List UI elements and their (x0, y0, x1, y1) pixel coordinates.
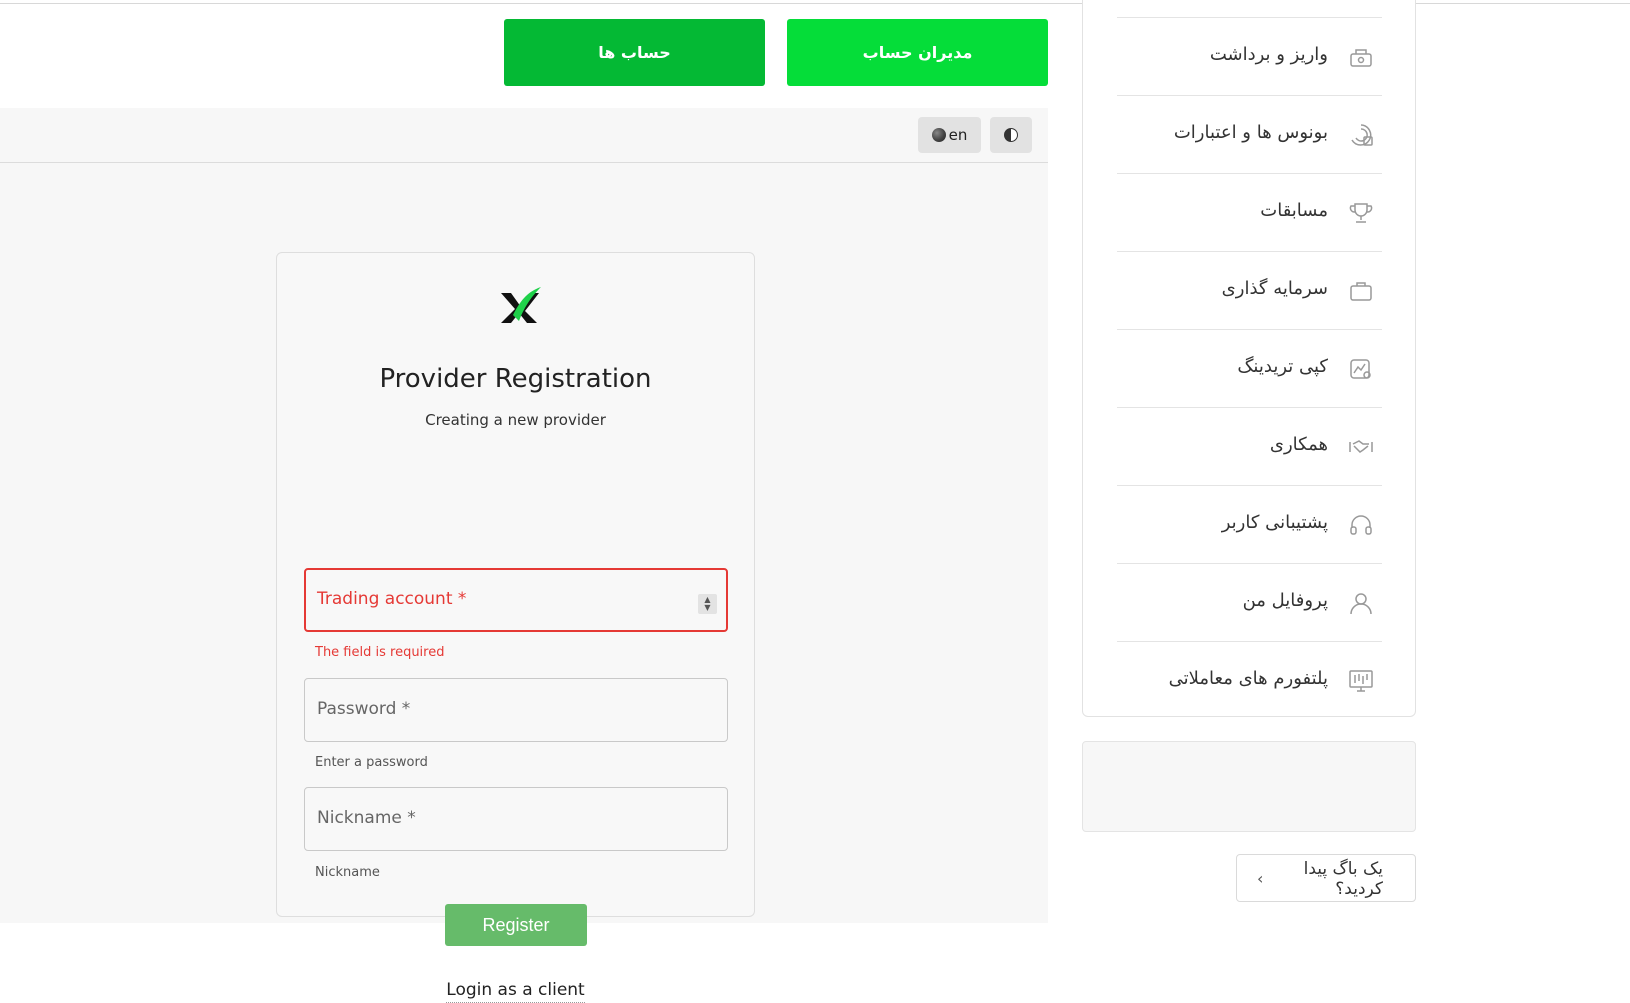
trophy-icon (1348, 200, 1374, 226)
sidebar-item-label: همکاری (1269, 434, 1328, 455)
trading-account-placeholder: Trading account * (317, 589, 467, 609)
deposit-icon (1348, 44, 1374, 70)
sidebar-item-label: کپی تریدینگ (1237, 356, 1328, 377)
trading-account-field[interactable]: Trading account * ▲ ▼ (304, 568, 728, 632)
theme-toggle[interactable] (990, 117, 1032, 153)
nickname-placeholder: Nickname * (317, 808, 416, 828)
nickname-field[interactable]: Nickname * (304, 787, 728, 851)
globe-icon (931, 128, 946, 142)
sidebar-item-support[interactable]: پشتیبانی کاربر (1117, 485, 1382, 563)
language-label: en (948, 126, 968, 144)
password-field[interactable]: Password * (304, 678, 728, 742)
trading-account-error: The field is required (315, 645, 445, 660)
password-helper: Enter a password (315, 755, 428, 770)
contrast-icon (1004, 128, 1018, 142)
handshake-icon (1348, 434, 1374, 460)
sidebar-item-label: واریز و برداشت (1209, 44, 1328, 65)
login-as-client-link-wrap: Login as a client (277, 980, 754, 1003)
main-content-area: en Provider Registration Creating a new … (0, 108, 1048, 1003)
toolbar: en (0, 108, 1048, 163)
number-stepper[interactable]: ▲ ▼ (698, 594, 717, 614)
sidebar-item-partnership[interactable]: همکاری (1117, 407, 1382, 485)
sidebar-item-copy-trading[interactable]: کپی تریدینگ (1117, 329, 1382, 407)
user-icon (1348, 590, 1374, 616)
sidebar-item-label: پشتیبانی کاربر (1221, 512, 1328, 533)
report-bug-button[interactable]: یک باگ پیدا کردید؟ ‹ (1236, 854, 1416, 902)
sidebar-item-label: بونوس ها و اعتبارات (1173, 122, 1328, 143)
register-button[interactable]: Register (445, 904, 587, 946)
account-managers-button[interactable]: مدیران حساب (787, 19, 1048, 86)
page-subtitle: Creating a new provider (425, 411, 606, 429)
language-switcher[interactable]: en (918, 117, 981, 153)
sidebar-item-platforms[interactable]: پلتفورم های معاملاتی (1117, 641, 1382, 719)
nickname-helper: Nickname (315, 865, 380, 880)
platform-icon (1348, 668, 1374, 694)
sidebar: واریز و برداشت بونوس ها و اعتبارات مسابق… (1082, 0, 1416, 717)
sidebar-item-label: مسابقات (1260, 200, 1328, 221)
sidebar-item-bonuses[interactable]: بونوس ها و اعتبارات (1117, 95, 1382, 173)
chevron-down-icon: ▼ (704, 603, 711, 612)
registration-card: Provider Registration Creating a new pro… (276, 252, 755, 1003)
sidebar-item-deposit[interactable]: واریز و برداشت (1117, 17, 1382, 95)
sidebar-item-competitions[interactable]: مسابقات (1117, 173, 1382, 251)
bonus-icon (1348, 122, 1374, 148)
sidebar-item-profile[interactable]: پروفایل من (1117, 563, 1382, 641)
chevron-left-icon: ‹ (1257, 869, 1264, 888)
sidebar-item-investment[interactable]: سرمایه گذاری (1117, 251, 1382, 329)
report-bug-label: یک باگ پیدا کردید؟ (1303, 859, 1383, 899)
login-as-client-link[interactable]: Login as a client (446, 980, 585, 1003)
password-placeholder: Password * (317, 699, 411, 719)
brand-logo (501, 287, 541, 323)
briefcase-icon (1348, 278, 1374, 304)
sidebar-item-label: پلتفورم های معاملاتی (1168, 668, 1328, 689)
copy-trading-icon (1348, 356, 1374, 382)
sidebar-item-label: پروفایل من (1242, 590, 1328, 611)
sidebar-empty-panel (1082, 741, 1416, 832)
sidebar-item-label: سرمایه گذاری (1221, 278, 1328, 299)
page-title: Provider Registration (379, 364, 652, 394)
accounts-button[interactable]: حساب ها (504, 19, 765, 86)
headset-icon (1348, 512, 1374, 538)
